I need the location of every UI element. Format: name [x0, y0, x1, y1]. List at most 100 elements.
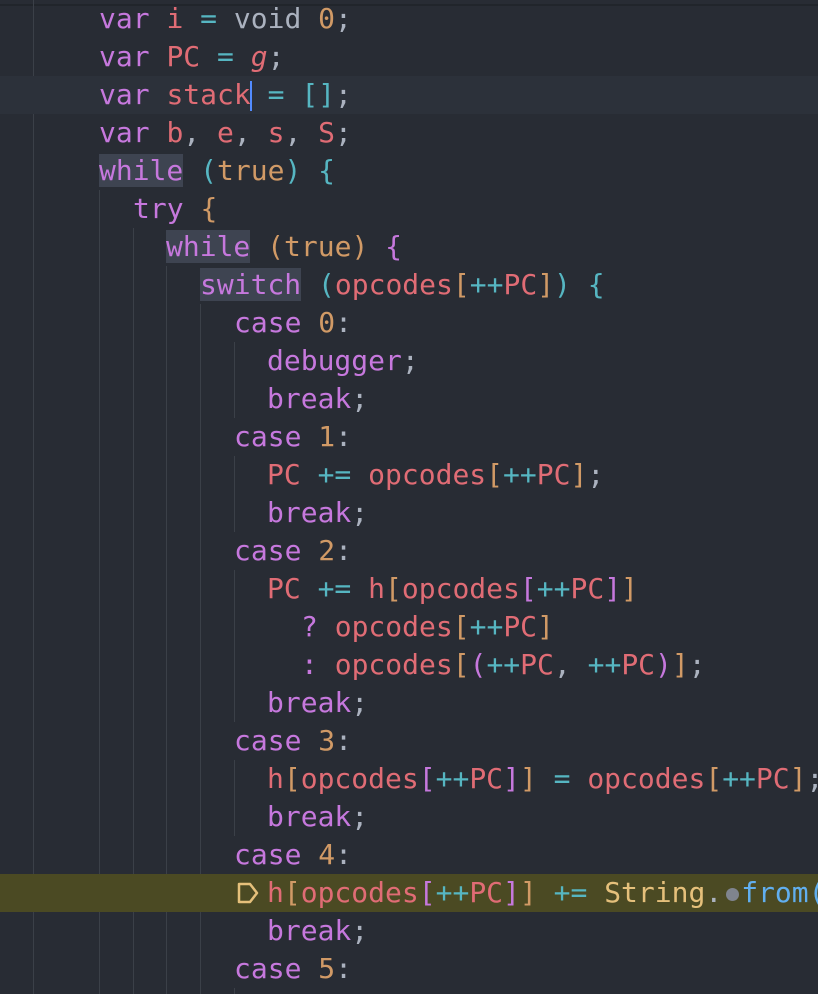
code-line[interactable]: PC += opcodes[++PC];: [0, 456, 818, 494]
code-line[interactable]: PC += h[opcodes[++PC]]: [0, 570, 818, 608]
token-variable: opcodes: [300, 762, 419, 795]
token-bracket: [: [486, 458, 504, 491]
token-variable: opcodes: [334, 648, 453, 681]
token-bracket: [: [283, 876, 301, 909]
code-line[interactable]: var PC = g;: [0, 38, 818, 76]
token-variable: PC: [503, 268, 538, 301]
token-keyword: case: [234, 306, 302, 339]
token-number: 0: [318, 2, 336, 35]
token-variable: PC: [621, 648, 656, 681]
token-bracket: [: [301, 78, 319, 111]
code-line[interactable]: break;: [0, 494, 818, 532]
token-bracket: [: [452, 610, 470, 643]
code-editor[interactable]: var i = void 0; var PC = g; var stack = …: [0, 0, 818, 994]
token-keyword: case: [234, 534, 302, 567]
token-keyword: var: [99, 116, 150, 149]
token-keyword: case: [234, 952, 302, 985]
token-variable: b: [166, 116, 184, 149]
token-variable: PC: [503, 610, 538, 643]
code-line[interactable]: case 4:: [0, 836, 818, 874]
token-bracket: ]: [318, 78, 336, 111]
token-keyword: while: [166, 230, 251, 263]
token-boolean: true: [284, 230, 352, 263]
token-punctuation: :: [335, 306, 353, 339]
token-keyword: switch: [200, 268, 302, 301]
token-variable: opcodes: [334, 268, 453, 301]
token-variable: opcodes: [401, 572, 520, 605]
code-line[interactable]: var b, e, s, S;: [0, 114, 818, 152]
token-punctuation: :: [335, 420, 353, 453]
token-bracket: {: [200, 192, 218, 225]
token-operator: ++: [435, 876, 470, 909]
code-line[interactable]: break;: [0, 684, 818, 722]
token-operator: ++: [435, 762, 470, 795]
code-line[interactable]: case 0:: [0, 304, 818, 342]
code-line[interactable]: case 2:: [0, 532, 818, 570]
code-line[interactable]: while (true) {: [0, 228, 818, 266]
code-line[interactable]: : opcodes[(++PC, ++PC)];: [0, 646, 818, 684]
code-line[interactable]: case 1:: [0, 418, 818, 456]
token-operator: +=: [317, 458, 352, 491]
token-variable: s: [267, 116, 285, 149]
code-line[interactable]: debugger;: [0, 342, 818, 380]
token-variable: PC: [469, 762, 504, 795]
code-line[interactable]: var i = void 0;: [0, 0, 818, 38]
token-bracket: [: [418, 762, 436, 795]
indent-guide: [234, 988, 235, 994]
token-number: 2: [318, 534, 336, 567]
token-punctuation: ;: [587, 458, 605, 491]
token-operator: ++: [587, 648, 622, 681]
token-bracket: [: [452, 648, 470, 681]
code-line-active[interactable]: var stack = [];: [0, 76, 818, 114]
code-line[interactable]: case 5:: [0, 950, 818, 988]
execution-pointer-icon[interactable]: [235, 880, 261, 906]
token-variable: opcodes: [368, 458, 487, 491]
code-line[interactable]: break;: [0, 912, 818, 950]
token-bracket: ]: [503, 876, 520, 909]
token-bracket: ): [351, 230, 369, 263]
token-variable: h: [267, 876, 284, 909]
token-punctuation: ,: [553, 648, 588, 681]
token-punctuation: ,: [284, 116, 319, 149]
token-punctuation: ;: [351, 800, 369, 833]
token-variable: PC: [267, 458, 301, 491]
code-line[interactable]: try {: [0, 190, 818, 228]
token-operator: =: [217, 40, 234, 73]
token-operator: ++: [469, 610, 504, 643]
token-bracket: ): [284, 154, 302, 187]
token-keyword: break: [267, 800, 352, 833]
token-number: 5: [318, 952, 336, 985]
token-operator: =: [553, 762, 571, 795]
token-parameter: g: [250, 40, 268, 73]
token-class: String: [604, 876, 706, 909]
token-punctuation: ;: [335, 116, 352, 149]
code-line[interactable]: switch (opcodes[++PC]) {: [0, 266, 818, 304]
token-boolean: true: [217, 154, 285, 187]
token-variable: PC: [267, 572, 301, 605]
code-line[interactable]: break;: [0, 798, 818, 836]
execution-line[interactable]: h[opcodes[++PC]] += String. from(: [0, 874, 818, 912]
code-line[interactable]: while (true) {: [0, 152, 818, 190]
token-keyword: case: [234, 724, 302, 757]
token-keyword: var: [99, 2, 150, 35]
token-keyword: debugger: [267, 344, 402, 377]
code-line[interactable]: ? opcodes[++PC]: [0, 608, 818, 646]
code-line[interactable]: case 3:: [0, 722, 818, 760]
code-line[interactable]: break;: [0, 380, 818, 418]
token-punctuation: ;: [335, 78, 352, 111]
token-number: 1: [318, 420, 336, 453]
code-line[interactable]: h[opcodes[++PC]] = opcodes[++PC];: [0, 760, 818, 798]
token-operator: =: [200, 2, 218, 35]
token-operator: ++: [486, 648, 521, 681]
token-punctuation: ;: [351, 496, 369, 529]
